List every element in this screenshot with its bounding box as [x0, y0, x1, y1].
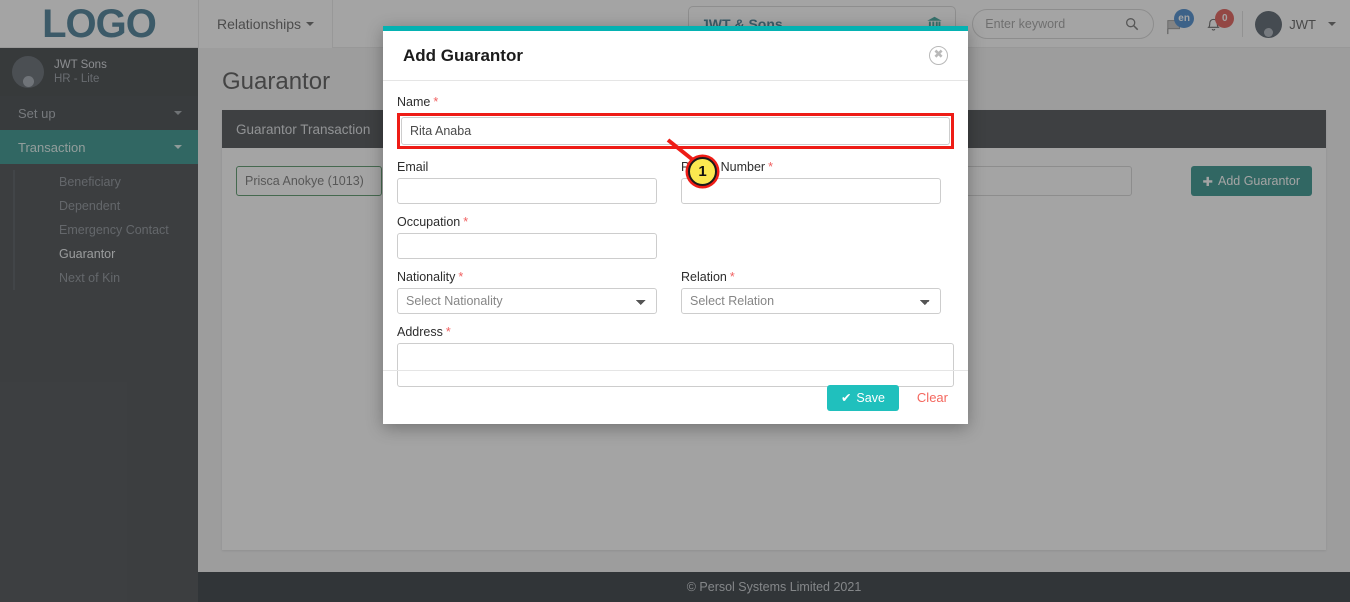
save-button[interactable]: ✔ Save	[826, 384, 899, 411]
occupation-label: Occupation *	[397, 215, 469, 229]
field-group-relation: Relation * Select Relation	[681, 270, 941, 314]
email-input[interactable]	[397, 178, 657, 204]
close-icon[interactable]: ✖	[929, 46, 948, 65]
occupation-input[interactable]	[397, 233, 657, 259]
relation-select[interactable]: Select Relation	[681, 288, 941, 314]
field-group-occupation: Occupation *	[397, 215, 657, 259]
required-marker: *	[463, 215, 469, 229]
required-marker: *	[458, 270, 464, 284]
modal-title: Add Guarantor	[403, 45, 523, 65]
save-button-label: Save	[856, 390, 885, 405]
modal-body: Name* Email Phone Number*	[383, 81, 968, 387]
phone-input[interactable]	[681, 178, 941, 204]
field-group-name: Name *	[397, 95, 954, 149]
modal-footer: ✔ Save Clear	[383, 370, 968, 424]
annotation-step-badge: 1	[688, 157, 717, 186]
name-label: Name *	[397, 95, 439, 109]
required-marker: *	[445, 325, 451, 339]
form-row-name: Name *	[397, 95, 954, 149]
nationality-label: Nationality *	[397, 270, 464, 284]
name-input[interactable]	[401, 117, 950, 145]
check-icon: ✔	[840, 391, 852, 405]
nationality-select[interactable]: Select Nationality	[397, 288, 657, 314]
name-highlight-box	[397, 113, 954, 149]
phone-label: Phone Number *	[681, 160, 773, 174]
modal-header: Add Guarantor ✖	[383, 31, 968, 81]
field-group-nationality: Nationality * Select Nationality	[397, 270, 657, 314]
required-marker: *	[433, 95, 439, 109]
field-group-email: Email	[397, 160, 657, 204]
form-row-email-phone: Email Phone Number *	[397, 160, 954, 204]
address-label: Address *	[397, 325, 451, 339]
required-marker: *	[768, 160, 773, 174]
required-marker: *	[729, 270, 735, 284]
email-label: Email	[397, 160, 429, 174]
form-row-occupation: Occupation *	[397, 215, 954, 259]
add-guarantor-modal: Add Guarantor ✖ Name* Email Phone Number…	[383, 26, 968, 424]
form-row-nationality-relation: Nationality * Select Nationality Relation…	[397, 270, 954, 314]
relation-label: Relation *	[681, 270, 735, 284]
clear-button[interactable]: Clear	[917, 390, 948, 405]
field-group-phone: Phone Number *	[681, 160, 941, 204]
